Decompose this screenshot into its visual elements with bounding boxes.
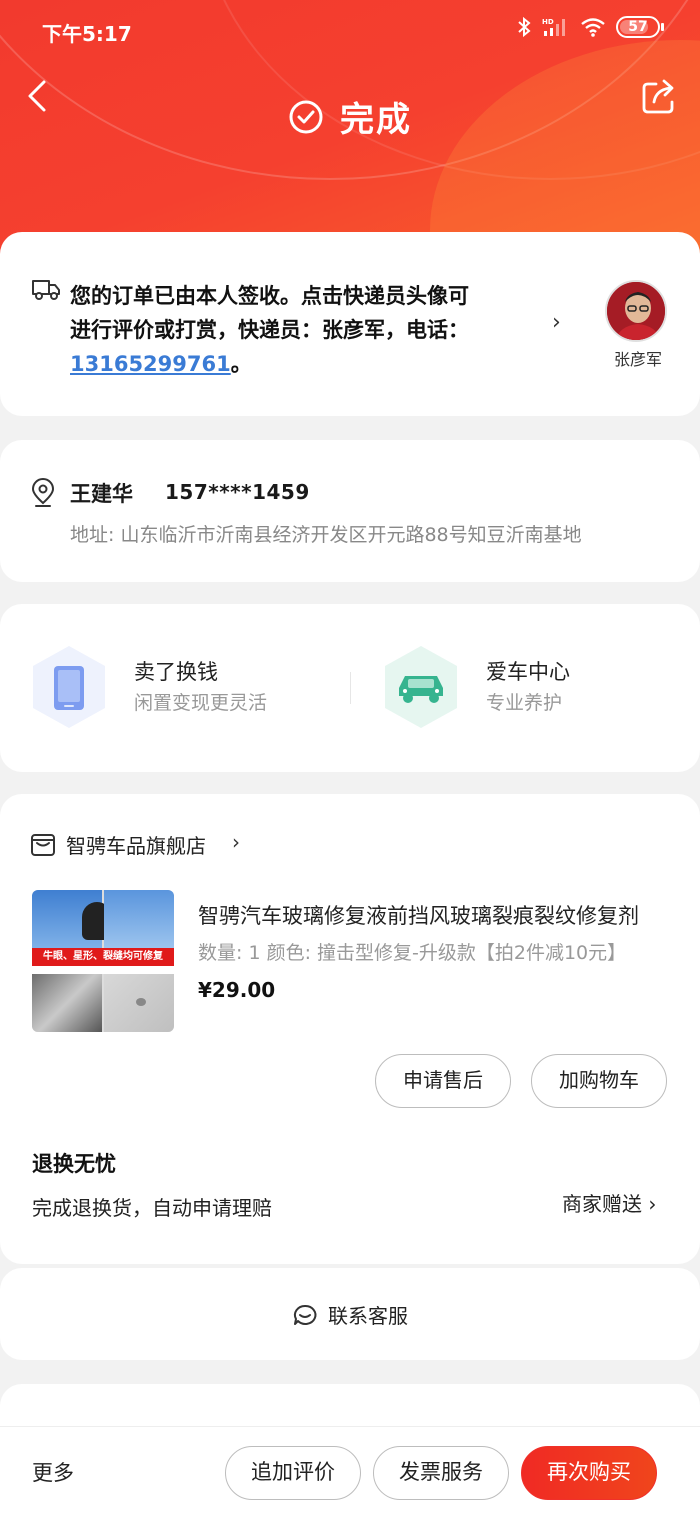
courier-name: 张彦军 <box>613 350 662 369</box>
recipient-name: 王建华 <box>70 482 133 506</box>
battery-indicator: 57 <box>616 16 664 38</box>
delivery-message-line1: 您的订单已由本人签收。点击快递员头像可 <box>70 284 469 308</box>
page-title-text: 完成 <box>340 100 412 140</box>
add-review-button[interactable]: 追加评价 <box>225 1446 361 1500</box>
service-car-item[interactable]: 爱车中心 专业养护 <box>382 644 682 734</box>
contact-service-label: 联系客服 <box>328 1304 408 1328</box>
network-label: HD <box>542 18 554 26</box>
product-image-part <box>136 998 146 1006</box>
services-card: 卖了换钱 闲置变现更灵活 爱车中心 专业养护 <box>0 604 700 772</box>
status-icons: HD 57 <box>516 16 664 38</box>
add-to-cart-button[interactable]: 加购物车 <box>531 1054 667 1108</box>
chevron-right-icon: › <box>552 310 561 335</box>
courier-avatar[interactable] <box>605 280 667 342</box>
address-card: 王建华 157****1459 地址: 山东临沂市沂南县经济开发区开元路88号知… <box>0 440 700 582</box>
product-price: ¥29.00 <box>198 978 276 1002</box>
merchant-gift-link[interactable]: 商家赠送 › <box>562 1188 656 1217</box>
courier-phone-link[interactable]: 13165299761 <box>70 352 231 376</box>
product-spec: 数量: 1 颜色: 撞击型修复-升级款【拍2件减10元】 <box>198 942 627 964</box>
signal-icon: HD <box>542 18 565 36</box>
apply-aftersale-button[interactable]: 申请售后 <box>375 1054 511 1108</box>
service-title: 爱车中心 <box>486 660 570 684</box>
product-image-part <box>32 974 102 1032</box>
shop-name[interactable]: 智骋车品旗舰店 <box>66 830 206 859</box>
return-assurance-title: 退换无忧 <box>32 1152 116 1176</box>
recipient-phone: 157****1459 <box>165 480 310 504</box>
top-nav: 完成 <box>0 62 700 172</box>
service-subtitle: 闲置变现更灵活 <box>134 692 268 714</box>
chat-smile-icon <box>293 1304 317 1325</box>
delivery-phone-suffix: 。 <box>230 352 252 376</box>
order-items-card: 智骋车品旗舰店 › 牛眼、星形、裂缝均可修复 智骋汽车玻璃修复液前挡风玻璃裂痕裂… <box>0 794 700 1264</box>
status-time: 下午5:17 <box>42 22 132 46</box>
more-link[interactable]: 更多 <box>32 1457 74 1487</box>
delivery-truck-icon <box>32 280 60 300</box>
contact-service-card[interactable]: 联系客服 <box>0 1268 700 1360</box>
invoice-service-button[interactable]: 发票服务 <box>373 1446 509 1500</box>
return-assurance-desc: 完成退换货，自动申请理赔 <box>32 1196 272 1220</box>
recipient-address: 地址: 山东临沂市沂南县经济开发区开元路88号知豆沂南基地 <box>70 524 582 546</box>
divider <box>350 672 351 704</box>
delivery-phone-row: 13165299761。 <box>70 348 252 378</box>
service-title: 卖了换钱 <box>134 660 218 684</box>
chevron-right-icon[interactable]: › <box>232 830 240 854</box>
product-image-banner: 牛眼、星形、裂缝均可修复 <box>32 948 174 966</box>
share-icon[interactable] <box>640 76 680 116</box>
product-image[interactable]: 牛眼、星形、裂缝均可修复 <box>32 890 174 1032</box>
person-icon <box>607 282 665 340</box>
delivery-card[interactable]: 您的订单已由本人签收。点击快递员头像可 进行评价或打赏，快递员：张彦军，电话： … <box>0 232 700 416</box>
car-icon <box>385 646 457 728</box>
location-pin-icon <box>31 478 55 507</box>
shop-icon <box>31 834 55 856</box>
bluetooth-icon <box>518 16 531 38</box>
phone-icon <box>33 646 105 728</box>
buy-again-button[interactable]: 再次购买 <box>521 1446 657 1500</box>
service-sell-item[interactable]: 卖了换钱 闲置变现更灵活 <box>30 644 330 734</box>
status-bar: 下午5:17 HD 57 <box>0 0 700 62</box>
wifi-icon <box>581 18 605 37</box>
product-image-part <box>32 966 174 974</box>
delivery-message-line2: 进行评价或打赏，快递员：张彦军，电话： <box>70 318 469 342</box>
check-circle-icon <box>289 100 323 133</box>
service-subtitle: 专业养护 <box>486 692 563 714</box>
page-title: 完成 <box>0 92 700 141</box>
product-image-part <box>104 890 174 948</box>
bottom-action-bar: 更多 追加评价 发票服务 再次购买 <box>0 1426 700 1516</box>
product-title[interactable]: 智骋汽车玻璃修复液前挡风玻璃裂痕裂纹修复剂 <box>198 900 658 930</box>
